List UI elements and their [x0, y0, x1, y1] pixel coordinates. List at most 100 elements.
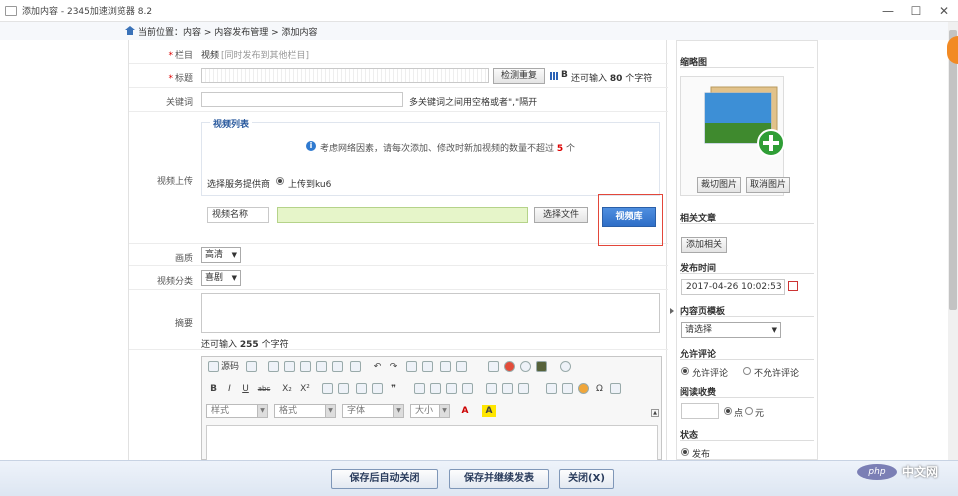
save-and-continue-button[interactable]: 保存并继续发表 — [449, 469, 549, 489]
subscript-button[interactable]: X₂ — [280, 383, 294, 395]
smiley-icon[interactable] — [578, 383, 589, 394]
disallow-comment-radio[interactable] — [743, 367, 751, 375]
horizontal-rule-icon[interactable] — [562, 383, 573, 394]
table-icon[interactable] — [546, 383, 557, 394]
font-combo[interactable]: 字体 ▼ — [342, 404, 404, 418]
close-window-button[interactable]: ✕ — [930, 0, 958, 22]
align-justify-icon[interactable] — [462, 383, 473, 394]
fee-yuan-radio[interactable] — [745, 407, 753, 415]
page-break-icon[interactable] — [610, 383, 621, 394]
chevron-down-icon: ▼ — [325, 405, 335, 417]
superscript-button[interactable]: X² — [298, 383, 312, 395]
category-select[interactable]: 喜剧 ▼ — [201, 270, 241, 286]
calendar-icon[interactable] — [788, 281, 798, 291]
fee-point-label[interactable]: 点 — [734, 406, 743, 419]
cancel-image-button[interactable]: 取消图片 — [746, 177, 790, 193]
preview-icon[interactable] — [246, 361, 257, 372]
close-button[interactable]: 关闭(X) — [559, 469, 614, 489]
find-icon[interactable] — [406, 361, 417, 372]
panel-splitter[interactable] — [669, 40, 676, 460]
crop-image-button[interactable]: 裁切图片 — [697, 177, 741, 193]
column-extra-link[interactable]: [同时发布到其他栏目] — [221, 48, 309, 61]
align-right-icon[interactable] — [446, 383, 457, 394]
status-publish-radio[interactable] — [681, 448, 689, 456]
add-related-button[interactable]: 添加相关 — [681, 237, 727, 253]
size-combo[interactable]: 大小 ▼ — [410, 404, 450, 418]
video-name-input[interactable]: 视频名称 — [207, 207, 269, 223]
video-library-button[interactable]: 视频库 — [602, 207, 656, 227]
bold-title-button[interactable]: B — [561, 70, 568, 80]
summary-remain-count: 255 — [239, 340, 259, 350]
quality-select[interactable]: 高清 ▼ — [201, 247, 241, 263]
special-char-button[interactable]: Ω — [594, 383, 605, 395]
align-center-icon[interactable] — [430, 383, 441, 394]
choose-file-button[interactable]: 选择文件 — [534, 207, 588, 223]
paste-text-icon[interactable] — [316, 361, 327, 372]
source-icon[interactable] — [208, 361, 219, 372]
italic-button[interactable]: I — [224, 383, 235, 395]
fee-yuan-label[interactable]: 元 — [755, 406, 764, 419]
allow-comment-radio[interactable] — [681, 367, 689, 375]
color-palette-icon[interactable] — [550, 72, 558, 80]
video-file-path-input[interactable] — [277, 207, 528, 223]
remove-format-icon[interactable] — [456, 361, 467, 372]
outdent-icon[interactable] — [356, 383, 367, 394]
ordered-list-icon[interactable] — [322, 383, 333, 394]
fee-input[interactable] — [681, 403, 719, 419]
thumbnail-box[interactable]: 裁切图片 取消图片 — [680, 76, 790, 196]
bold-button[interactable]: B — [208, 383, 219, 395]
replace-icon[interactable] — [422, 361, 433, 372]
maximize-button[interactable]: ☐ — [902, 0, 930, 22]
chevron-down-icon: ▼ — [393, 405, 403, 417]
pubtime-input[interactable]: 2017-04-26 10:02:53 — [681, 279, 785, 295]
disallow-comment-label[interactable]: 不允许评论 — [754, 366, 799, 379]
summary-label: 摘要 — [174, 319, 193, 329]
collapse-toolbar-icon[interactable]: ▲ — [651, 409, 659, 417]
paste-word-icon[interactable] — [332, 361, 343, 372]
title-input[interactable] — [201, 68, 489, 83]
flash-icon[interactable] — [504, 361, 515, 372]
allow-comment-label[interactable]: 允许评论 — [692, 366, 728, 379]
expand-arrow-icon[interactable] — [670, 308, 674, 314]
print-icon[interactable] — [350, 361, 361, 372]
template-select[interactable]: 请选择 ▼ — [681, 322, 781, 338]
style-combo[interactable]: 样式 ▼ — [206, 404, 268, 418]
undo-icon[interactable]: ↶ — [372, 361, 383, 373]
text-color-button[interactable]: A — [458, 405, 472, 417]
summary-textarea[interactable] — [201, 293, 660, 333]
provider-ku6-radio[interactable] — [276, 177, 284, 185]
video-icon[interactable] — [536, 361, 547, 372]
editor-content-area[interactable] — [206, 425, 658, 461]
status-publish-label[interactable]: 发布 — [692, 447, 710, 460]
check-duplicate-button[interactable]: 检测重复 — [493, 68, 545, 84]
link-icon[interactable] — [486, 383, 497, 394]
provider-ku6-label[interactable]: 上传到ku6 — [288, 177, 331, 190]
unlink-icon[interactable] — [502, 383, 513, 394]
copy-icon[interactable] — [284, 361, 295, 372]
globe-icon[interactable] — [560, 361, 571, 372]
select-all-icon[interactable] — [440, 361, 451, 372]
save-and-close-button[interactable]: 保存后自动关闭 — [331, 469, 438, 489]
cut-icon[interactable] — [268, 361, 279, 372]
keywords-input[interactable] — [201, 92, 403, 107]
font-combo-label: 字体 — [347, 406, 366, 416]
media-icon[interactable] — [520, 361, 531, 372]
image-icon[interactable] — [488, 361, 499, 372]
bullet-list-icon[interactable] — [338, 383, 349, 394]
scrollbar-thumb[interactable] — [949, 30, 957, 310]
source-button[interactable]: 源码 — [221, 361, 239, 373]
format-combo[interactable]: 格式 ▼ — [274, 404, 336, 418]
indent-icon[interactable] — [372, 383, 383, 394]
floating-widget-icon[interactable] — [947, 36, 958, 64]
vertical-scrollbar[interactable] — [948, 22, 958, 460]
strikethrough-button[interactable]: abc — [256, 383, 272, 395]
bg-color-button[interactable]: A — [482, 405, 496, 417]
paste-icon[interactable] — [300, 361, 311, 372]
minimize-button[interactable]: — — [874, 0, 902, 22]
align-left-icon[interactable] — [414, 383, 425, 394]
anchor-icon[interactable] — [518, 383, 529, 394]
fee-point-radio[interactable] — [724, 407, 732, 415]
redo-icon[interactable]: ↷ — [388, 361, 399, 373]
underline-button[interactable]: U — [240, 383, 251, 395]
blockquote-button[interactable]: ❞ — [388, 383, 399, 395]
